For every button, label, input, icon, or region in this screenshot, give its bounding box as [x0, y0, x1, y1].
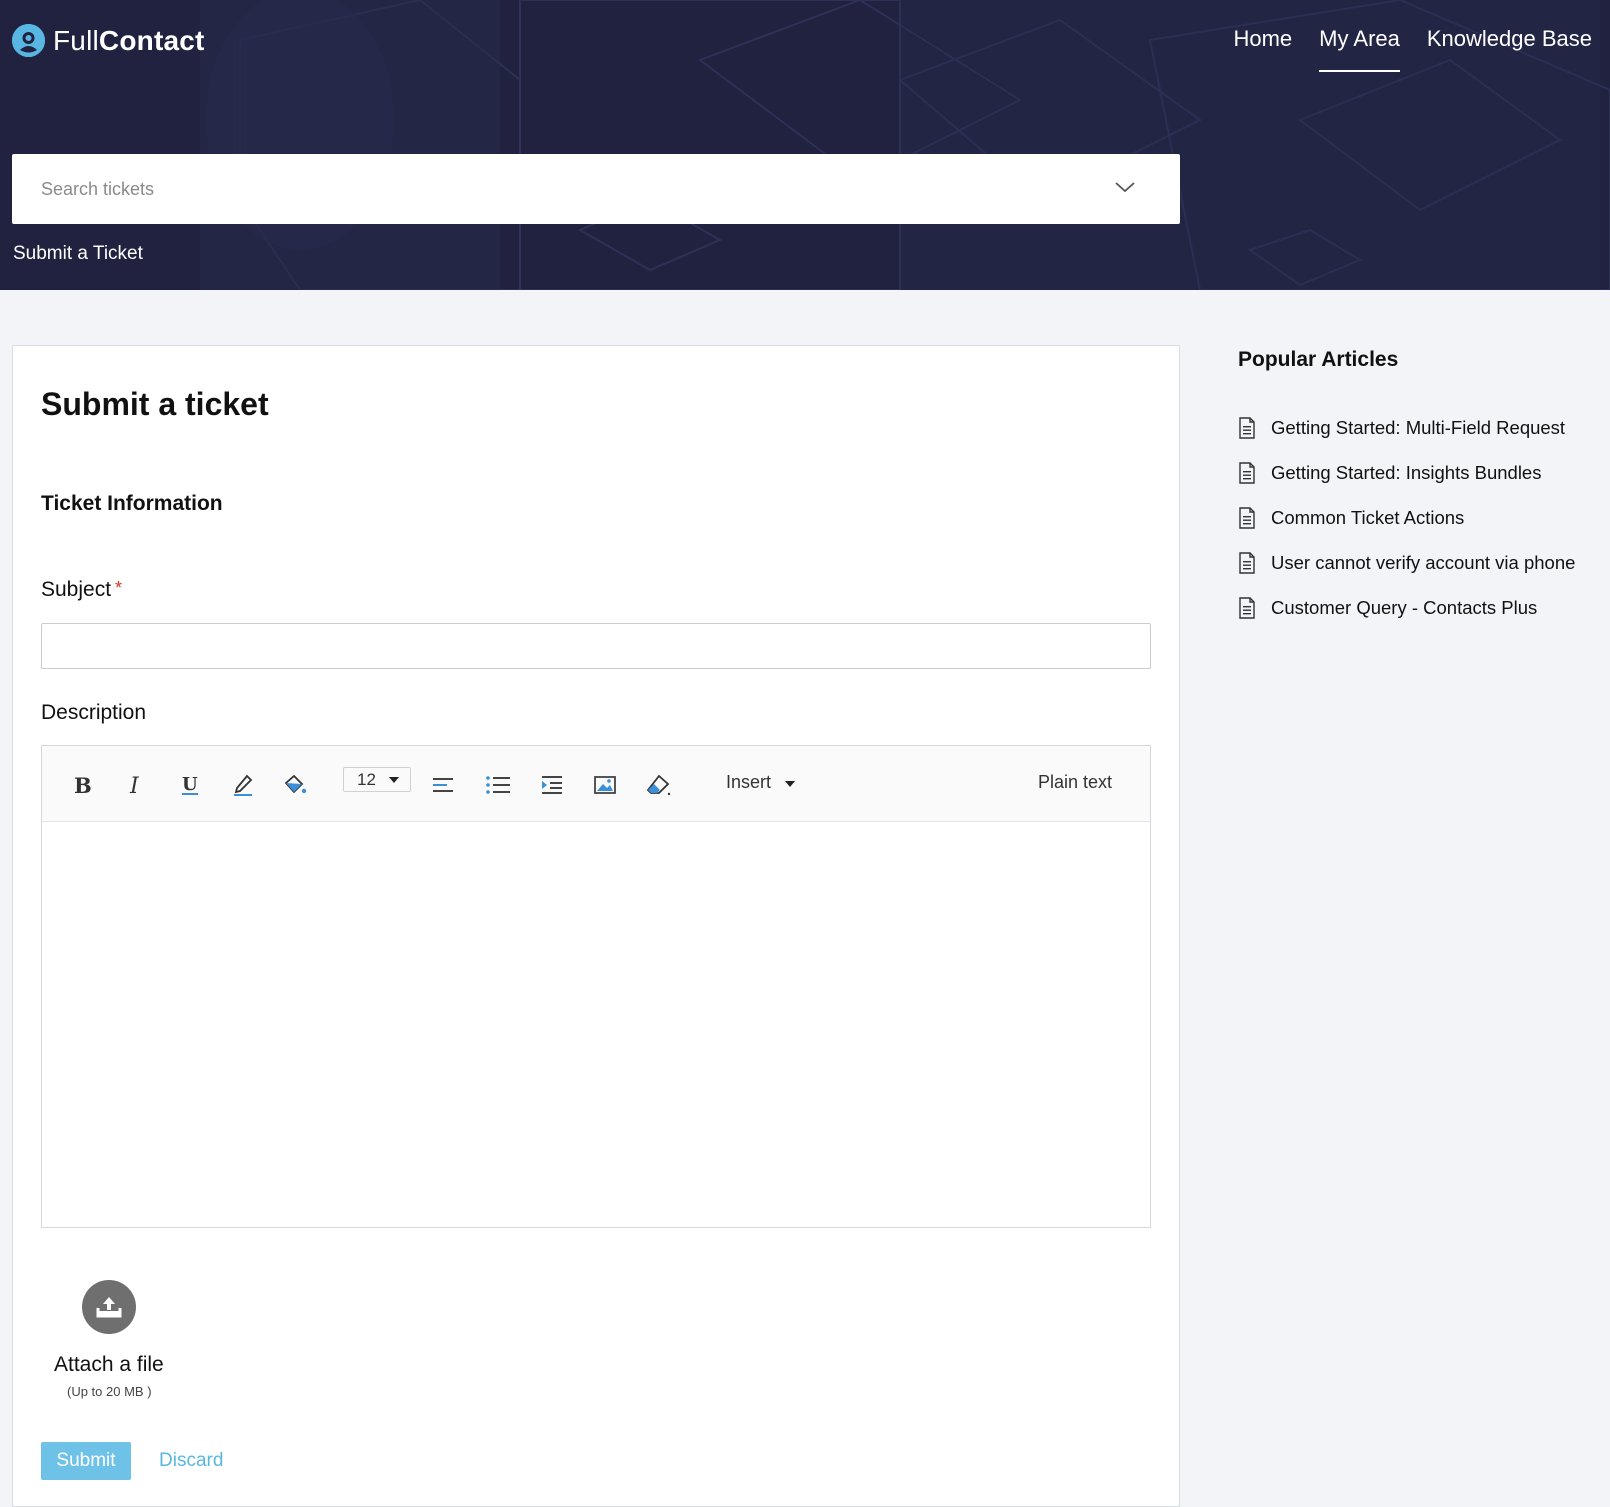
article-link[interactable]: Common Ticket Actions	[1238, 495, 1575, 540]
underline-icon[interactable]: U	[175, 770, 205, 800]
indent-icon[interactable]	[537, 770, 567, 800]
description-editor: B I U 12 Insert Plain text	[41, 745, 1151, 1228]
submit-button[interactable]: Submit	[41, 1442, 131, 1480]
upload-icon	[96, 1297, 122, 1318]
header-banner: FullContact Home My Area Knowledge Base …	[0, 0, 1610, 290]
attach-file-button[interactable]	[82, 1280, 136, 1334]
required-marker: *	[115, 578, 123, 598]
page-title: Submit a ticket	[41, 386, 269, 422]
brand-name: FullContact	[53, 24, 205, 56]
svg-text:U: U	[182, 774, 198, 795]
article-link[interactable]: Getting Started: Insights Bundles	[1238, 450, 1575, 495]
chevron-down-icon[interactable]	[1114, 178, 1136, 201]
bullet-list-icon[interactable]	[483, 770, 513, 800]
eraser-icon[interactable]	[643, 770, 673, 800]
main-nav: Home My Area Knowledge Base	[1233, 26, 1592, 72]
text-color-icon[interactable]	[228, 770, 258, 800]
caret-down-icon	[388, 776, 399, 783]
subject-input[interactable]	[41, 623, 1151, 669]
section-heading: Ticket Information	[41, 492, 223, 515]
document-icon	[1238, 461, 1256, 484]
search-input[interactable]	[39, 177, 1103, 201]
svg-text:I: I	[129, 774, 140, 796]
background-color-icon[interactable]	[280, 770, 310, 800]
editor-body[interactable]	[42, 822, 1150, 1227]
popular-articles-title: Popular Articles	[1238, 348, 1399, 371]
document-icon	[1238, 551, 1256, 574]
article-link[interactable]: Getting Started: Multi-Field Request	[1238, 405, 1575, 450]
document-icon	[1238, 596, 1256, 619]
nav-knowledge-base[interactable]: Knowledge Base	[1427, 26, 1592, 72]
ticket-form-card: Submit a ticket Ticket Information Subje…	[12, 345, 1180, 1507]
document-icon	[1238, 506, 1256, 529]
article-link[interactable]: User cannot verify account via phone	[1238, 540, 1575, 585]
image-icon[interactable]	[590, 770, 620, 800]
align-left-icon[interactable]	[428, 770, 458, 800]
editor-toolbar: B I U 12 Insert Plain text	[42, 746, 1150, 822]
description-label: Description	[41, 701, 147, 724]
plain-text-toggle[interactable]: Plain text	[1038, 772, 1112, 793]
brand-logo[interactable]: FullContact	[12, 24, 205, 57]
attach-file-label[interactable]: Attach a file	[54, 1353, 164, 1377]
insert-menu[interactable]: Insert	[726, 772, 796, 793]
fullcontact-logo-icon	[12, 24, 45, 57]
bold-icon[interactable]: B	[67, 770, 97, 800]
ticket-search-bar	[12, 154, 1180, 224]
attach-size-limit: (Up to 20 MB )	[67, 1384, 152, 1399]
font-size-select[interactable]: 12	[343, 767, 411, 792]
subject-label: Subject *	[41, 578, 123, 601]
italic-icon[interactable]: I	[121, 770, 151, 800]
nav-home[interactable]: Home	[1233, 26, 1292, 72]
popular-articles-list: Getting Started: Multi-Field Request Get…	[1238, 405, 1575, 630]
caret-down-icon	[785, 781, 796, 787]
nav-my-area[interactable]: My Area	[1319, 26, 1400, 72]
discard-link[interactable]: Discard	[159, 1450, 223, 1472]
article-link[interactable]: Customer Query - Contacts Plus	[1238, 585, 1575, 630]
svg-text:B: B	[74, 774, 92, 796]
breadcrumb: Submit a Ticket	[13, 243, 143, 264]
document-icon	[1238, 416, 1256, 439]
